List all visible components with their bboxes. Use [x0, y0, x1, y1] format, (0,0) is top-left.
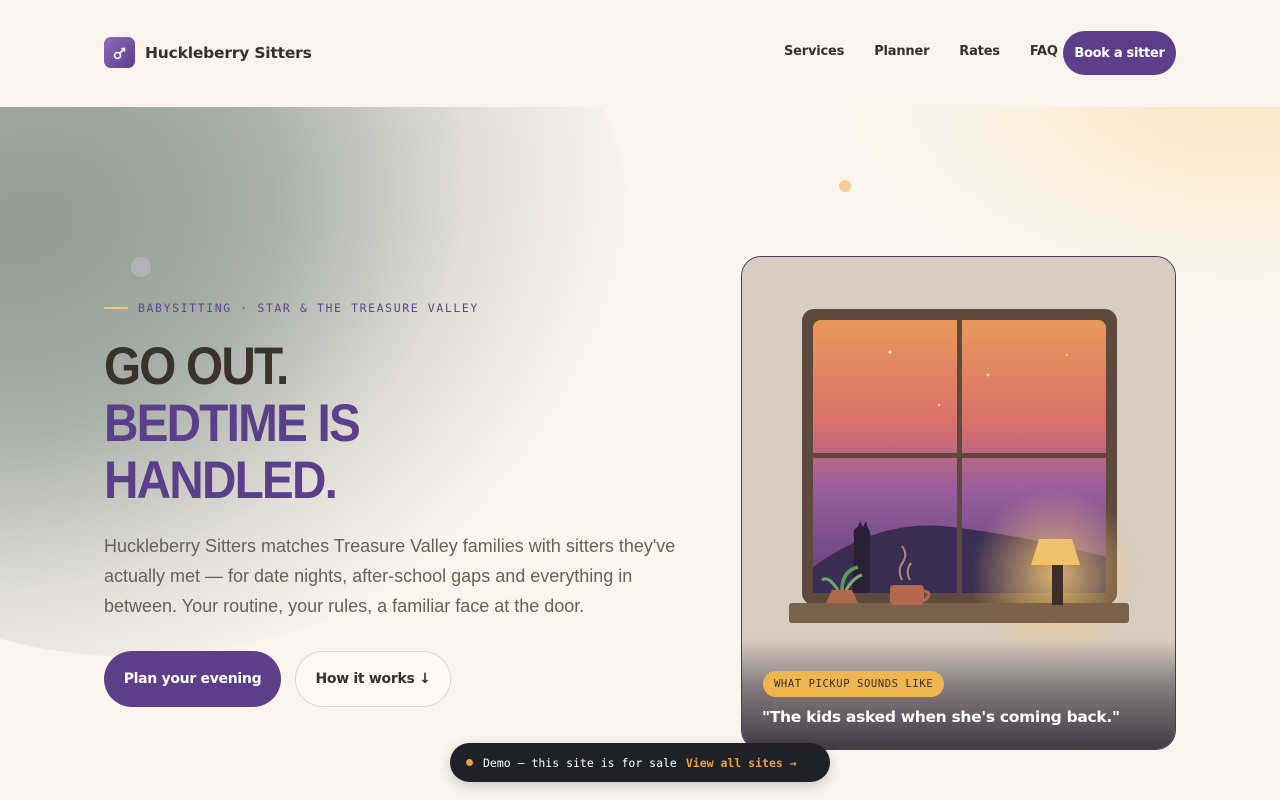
book-sitter-button[interactable]: Book a sitter [1063, 31, 1176, 75]
eyebrow-text: BABYSITTING · STAR & THE TREASURE VALLEY [138, 301, 479, 315]
site-header: Huckleberry Sitters Services Planner Rat… [0, 0, 1280, 107]
status-dot-icon [466, 759, 473, 766]
card-label-badge: WHAT PICKUP SOUNDS LIKE [763, 671, 945, 697]
card-quote: "The kids asked when she's coming back." [762, 708, 1120, 726]
demo-banner: Demo — this site is for sale View all si… [450, 743, 830, 782]
nav-planner[interactable]: Planner [874, 44, 929, 59]
eyebrow-line [104, 307, 128, 309]
plan-evening-button[interactable]: Plan your evening [104, 651, 281, 707]
logo-icon [104, 37, 135, 68]
main-nav: Services Planner Rates FAQ [784, 44, 1088, 59]
nav-rates[interactable]: Rates [959, 44, 1000, 59]
headline-line-2: BEDTIME IS [104, 394, 361, 453]
brand-name: Huckleberry Sitters [145, 43, 312, 62]
view-all-sites-link[interactable]: View all sites → [686, 756, 797, 770]
hero-description: Huckleberry Sitters matches Treasure Val… [104, 536, 676, 616]
hero-headline: GO OUT. BEDTIME IS HANDLED. [104, 337, 361, 510]
nav-services[interactable]: Services [784, 44, 844, 59]
nav-faq[interactable]: FAQ [1030, 44, 1058, 59]
decorative-dot [839, 180, 851, 192]
hero-eyebrow: BABYSITTING · STAR & THE TREASURE VALLEY [104, 301, 479, 315]
illustration-card: WHAT PICKUP SOUNDS LIKE "The kids asked … [741, 256, 1176, 750]
how-it-works-button[interactable]: How it works ↓ [295, 651, 451, 707]
decorative-dot [131, 257, 151, 277]
demo-text: Demo — this site is for sale [483, 755, 677, 770]
headline-line-3: HANDLED. [104, 451, 338, 510]
headline-line-1: GO OUT. [104, 337, 289, 396]
brand[interactable]: Huckleberry Sitters [104, 37, 312, 68]
